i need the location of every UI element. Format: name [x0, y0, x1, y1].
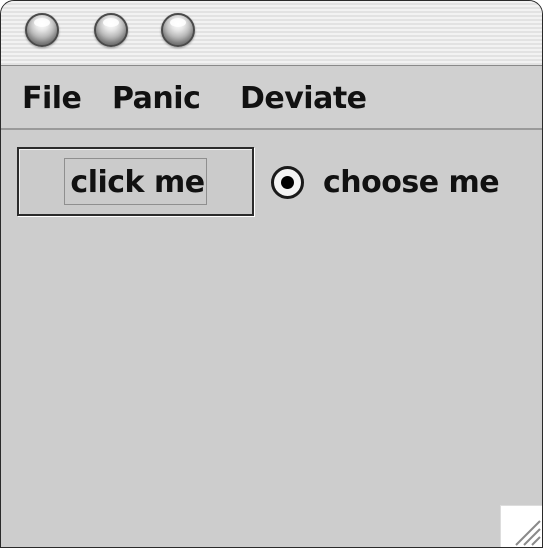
menu-bar: File Panic Deviate [1, 66, 542, 130]
app-window: File Panic Deviate click me choose me [0, 0, 543, 548]
click-me-button[interactable]: click me [17, 147, 254, 216]
radio-indicator[interactable] [271, 166, 304, 199]
resize-grip-lines [515, 520, 541, 546]
radio-selected-dot [281, 176, 294, 189]
menu-file[interactable]: File [22, 82, 82, 116]
close-window-button[interactable] [25, 13, 59, 47]
radio-label[interactable]: choose me [323, 165, 500, 201]
zoom-window-button[interactable] [161, 13, 195, 47]
title-bar[interactable] [1, 1, 542, 66]
resize-grip-icon[interactable] [500, 505, 542, 547]
menu-panic[interactable]: Panic [112, 82, 201, 116]
content-panel: click me choose me [1, 130, 542, 547]
menu-deviate[interactable]: Deviate [240, 82, 367, 116]
button-label: click me [70, 165, 205, 200]
minimize-window-button[interactable] [94, 13, 128, 47]
